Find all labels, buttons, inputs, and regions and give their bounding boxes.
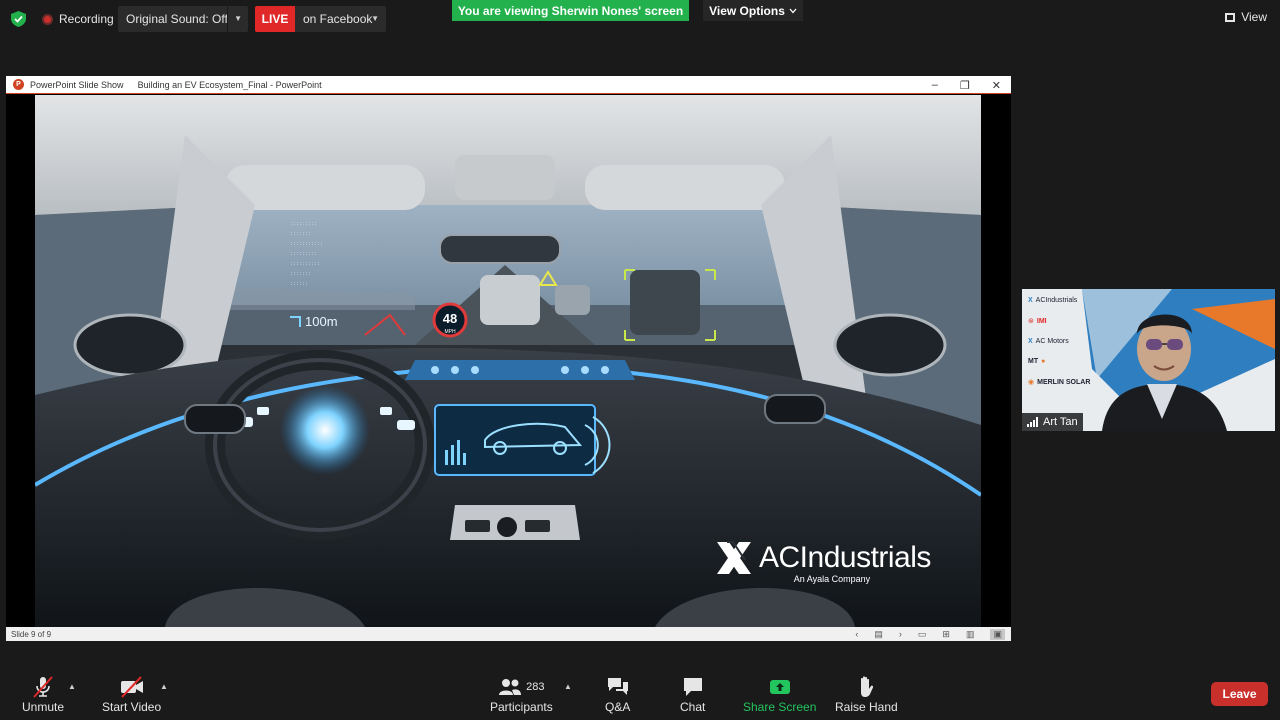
hud-distance: 100m (305, 314, 338, 329)
slide-sorter-icon[interactable]: ⊞ (942, 629, 950, 640)
video-options-caret-icon[interactable]: ▲ (160, 682, 168, 691)
unmute-button[interactable]: Unmute (22, 674, 64, 714)
hud-speed-unit: MPH (444, 329, 456, 335)
slide-counter: Slide 9 of 9 (11, 629, 52, 639)
chat-button[interactable]: Chat (680, 674, 705, 714)
live-destination-button[interactable]: on Facebook ▼ (295, 6, 386, 32)
sound-options-caret-icon[interactable]: ▼ (234, 14, 242, 23)
original-sound-button[interactable]: Original Sound: Off ▼ (118, 6, 248, 32)
bg-logo-acindustrials: X ACIndustrials (1028, 297, 1078, 304)
ppt-app-label: PowerPoint Slide Show (30, 79, 124, 90)
view-options-label: View Options (709, 3, 785, 18)
recording-dot-icon (42, 13, 53, 25)
view-label: View (1241, 10, 1267, 24)
background-logos: X ACIndustrials ⊛ IMI X AC Motors MT ● ◉ MERL… (1028, 297, 1090, 399)
bg-logo-acmotors: X AC Motors (1028, 338, 1069, 345)
participant-name-label: Art Tan (1022, 413, 1083, 431)
participants-options-caret-icon[interactable]: ▲ (564, 682, 572, 691)
chevron-down-icon (789, 8, 797, 13)
audio-options-caret-icon[interactable]: ▲ (68, 682, 76, 691)
window-controls: – ❐ ✕ (932, 76, 1001, 94)
raise-hand-button[interactable]: Raise Hand (835, 674, 898, 714)
close-icon[interactable]: ✕ (992, 79, 1001, 92)
ppt-status-bar: Slide 9 of 9 ‹ ▤ › ▭ ⊞ ▥ ▣ (6, 627, 1011, 641)
meeting-toolbar: Unmute ▲ Start Video ▲ 283 Participants … (0, 662, 1280, 720)
ppt-document-title: Building an EV Ecosystem_Final - PowerPo… (137, 79, 322, 90)
unmute-label: Unmute (22, 700, 65, 714)
live-destination-label: on Facebook (303, 12, 373, 26)
brand-name: ACIndustrials (759, 541, 931, 574)
bg-logo-mt: MT ● (1028, 358, 1046, 365)
share-screen-button[interactable]: Share Screen (743, 674, 816, 714)
participants-icon: 283 (498, 674, 545, 700)
slide-image-car-interior: 48 MPH 100m ::::::::: ::::::: ::::::::::… (35, 95, 981, 627)
recording-label: Recording (59, 12, 114, 26)
slide-menu-icon[interactable]: ▤ (874, 629, 883, 640)
participant-video-tile[interactable]: X ACIndustrials ⊛ IMI X AC Motors MT ● ◉ MERL… (1022, 289, 1275, 431)
muted-microphone-icon (31, 674, 55, 700)
share-screen-label: Share Screen (743, 700, 817, 714)
svg-text::::::::: ::::::: (290, 271, 311, 277)
participant-name: Art Tan (1043, 416, 1078, 428)
qa-button[interactable]: Q&A (605, 674, 630, 714)
svg-text:::::::::::: :::::::::: (290, 261, 320, 267)
previous-slide-icon[interactable]: ‹ (855, 629, 858, 639)
participants-button[interactable]: 283 Participants (490, 674, 553, 714)
chevron-down-icon: ▼ (371, 14, 379, 23)
recording-indicator[interactable]: Recording (42, 12, 114, 26)
bg-logo-merlin-solar: ◉ MERLIN SOLAR (1028, 378, 1091, 387)
raise-hand-label: Raise Hand (835, 700, 898, 714)
connection-signal-icon (1027, 417, 1038, 427)
video-off-icon (119, 674, 145, 700)
original-sound-label: Original Sound: Off (126, 12, 228, 26)
live-badge: LIVE (255, 6, 295, 32)
participants-label: Participants (490, 700, 553, 714)
slide-show-view-icon[interactable]: ▣ (990, 628, 1005, 640)
chat-icon (682, 674, 704, 700)
start-video-button[interactable]: Start Video (102, 674, 161, 714)
view-options-button[interactable]: View Options (703, 0, 803, 21)
brand-tagline: An Ayala Company (793, 574, 871, 584)
qa-icon (606, 674, 630, 700)
leave-button[interactable]: Leave (1211, 682, 1268, 706)
svg-text::::::::::: ::::::::: (290, 251, 317, 257)
powerpoint-logo-icon: P (13, 79, 24, 90)
svg-text::::::::::::: ::::::::::: (290, 241, 323, 247)
slide-show-controls: ‹ ▤ › ▭ ⊞ ▥ ▣ (855, 627, 1005, 641)
restore-icon[interactable]: ❐ (960, 79, 970, 92)
gallery-view-icon (1225, 12, 1236, 22)
svg-text:::::::: :::::: (290, 281, 308, 287)
reading-view-icon[interactable]: ▥ (966, 629, 975, 640)
chat-label: Chat (680, 700, 706, 714)
share-screen-icon (768, 674, 792, 700)
shared-screen-powerpoint-window: P PowerPoint Slide Show Building an EV E… (6, 76, 1011, 641)
view-button[interactable]: View (1225, 10, 1267, 24)
next-slide-icon[interactable]: › (899, 629, 902, 639)
minimize-icon[interactable]: – (932, 79, 938, 91)
svg-text::::::::::: ::::::::: (290, 221, 317, 227)
bg-logo-imi: ⊛ IMI (1028, 317, 1047, 326)
svg-text::::::::: ::::::: (290, 231, 311, 237)
ac-industrials-mark-icon (717, 541, 751, 574)
security-shield-icon[interactable] (11, 11, 26, 27)
raise-hand-icon (856, 674, 876, 700)
hud-speed-value: 48 (443, 311, 457, 326)
meeting-top-bar: Recording Original Sound: Off ▼ LIVE on … (0, 0, 1280, 38)
normal-view-icon[interactable]: ▭ (918, 629, 927, 640)
start-video-label: Start Video (102, 700, 162, 714)
divider (227, 6, 228, 32)
viewing-screen-banner: You are viewing Sherwin Nones' screen (452, 0, 689, 21)
ac-industrials-logo: ACIndustrials An Ayala Company (715, 540, 931, 584)
participants-count: 283 (526, 681, 545, 693)
ppt-title-bar: P PowerPoint Slide Show Building an EV E… (6, 76, 1011, 94)
qa-label: Q&A (605, 700, 631, 714)
